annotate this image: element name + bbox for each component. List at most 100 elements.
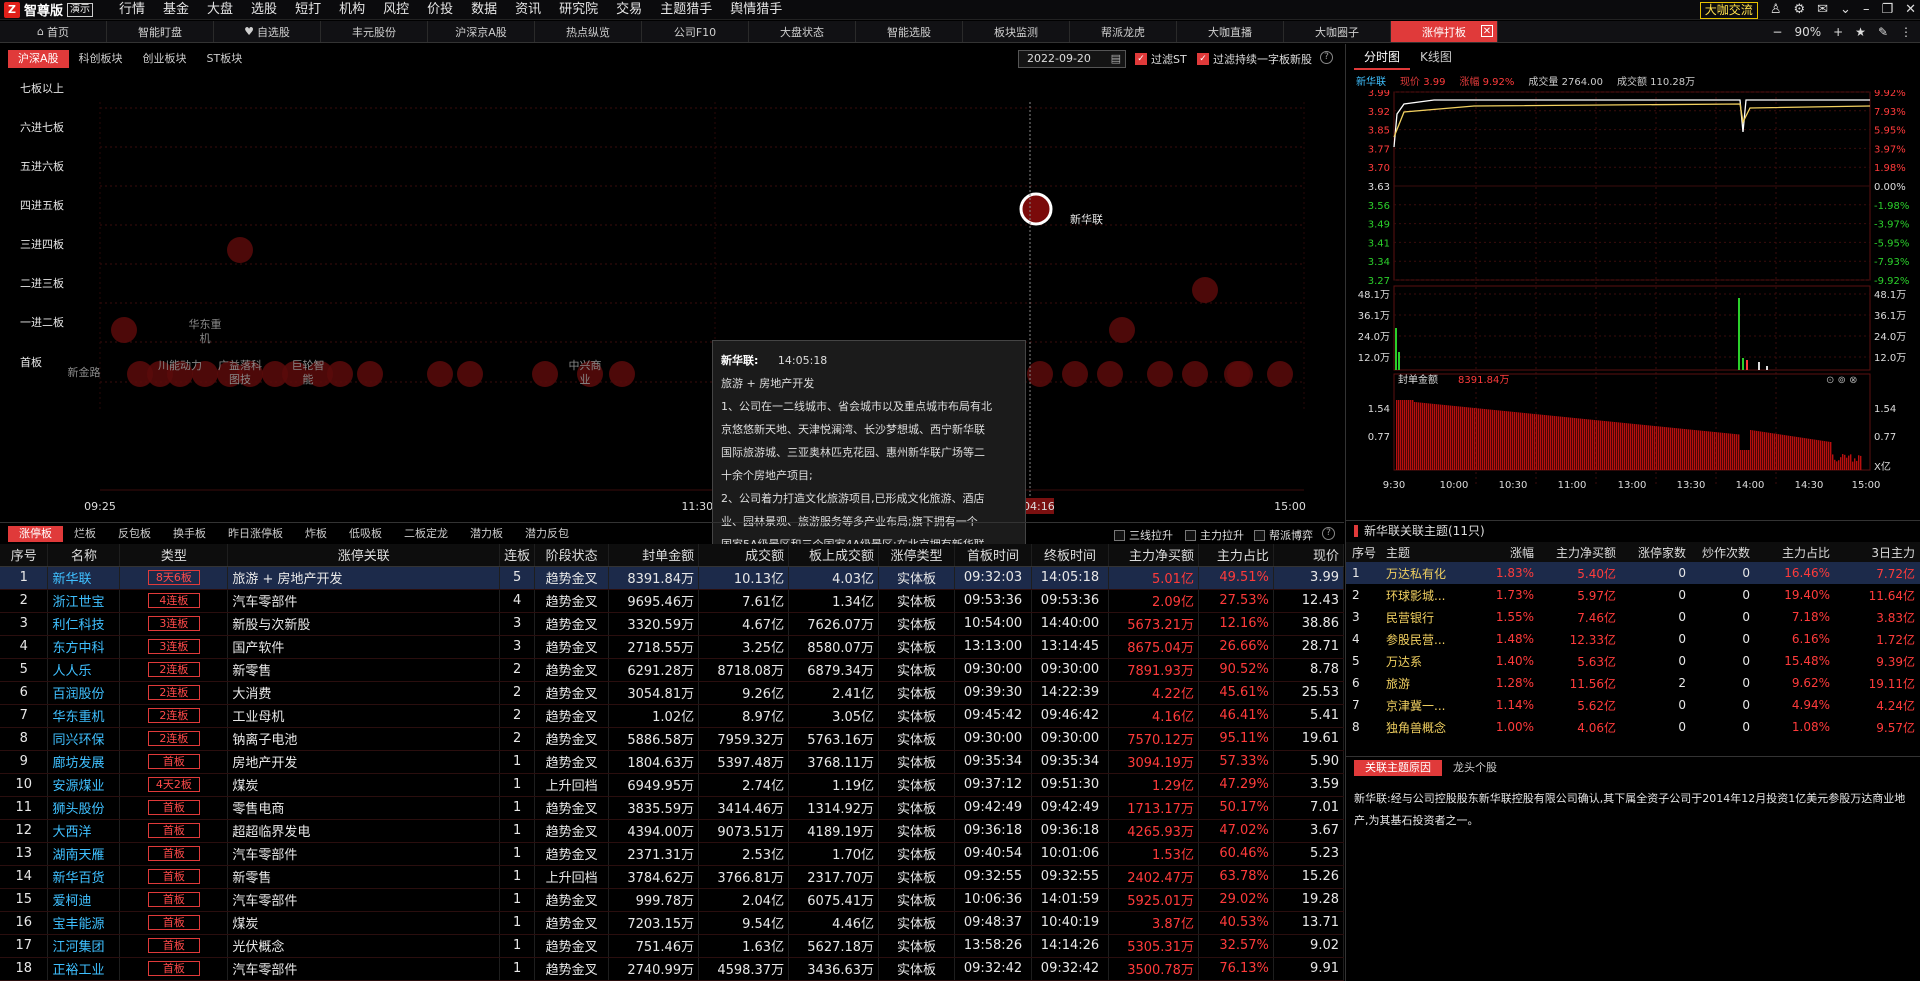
theme-row[interactable]: 4 参股民营... 1.48% 12.33亿 0 0 6.16% 1.72亿: [1346, 628, 1920, 650]
filter-st-checkbox[interactable]: ✓ 过滤ST: [1135, 51, 1187, 67]
help-icon[interactable]: ?: [1320, 51, 1333, 64]
stock-bubble[interactable]: [1109, 317, 1135, 343]
menu-item-4[interactable]: 短打: [286, 0, 330, 20]
table-row[interactable]: 7 华东重机 2连板 工业母机 2 趋势金叉 1.02亿 8.97亿 3.05亿 实体板 09:45…: [0, 704, 1344, 727]
stock-bubble[interactable]: [532, 361, 558, 387]
theme-row[interactable]: 1 万达私有化 1.83% 5.40亿 0 0 16.46% 7.72亿: [1346, 562, 1920, 584]
table-row[interactable]: 6 百润股份 2连板 大消费 2 趋势金叉 3054.81万 9.26亿 2.41亿 实体板 09:…: [0, 681, 1344, 704]
table-row[interactable]: 11 狮头股份 首板 零售电商 1 趋势金叉 3835.59万 3414.46万 1314.92…: [0, 796, 1344, 819]
stock-bubble[interactable]: [357, 361, 383, 387]
help-icon[interactable]: ?: [1322, 527, 1335, 540]
stock-bubble[interactable]: [1267, 361, 1293, 387]
tab-8[interactable]: 智能选股: [856, 21, 963, 42]
message-icon[interactable]: ✉: [1817, 0, 1828, 20]
list-tab-9[interactable]: 潜力反包: [514, 526, 580, 542]
calendar-icon[interactable]: ▤: [1111, 51, 1121, 67]
stock-bubble[interactable]: [327, 361, 353, 387]
col-header[interactable]: 连板: [500, 544, 535, 566]
board-tab-2[interactable]: 创业板块: [133, 50, 197, 68]
tab-13[interactable]: 涨停打板 ✕: [1391, 21, 1498, 42]
table-row[interactable]: 18 正裕工业 首板 汽车零部件 1 趋势金叉 2740.99万 4598.37万 3436.6…: [0, 957, 1344, 980]
theme-col-header[interactable]: 3日主力: [1836, 542, 1920, 562]
theme-row[interactable]: 8 独角兽概念 1.00% 4.06亿 0 0 1.08% 9.57亿: [1346, 716, 1920, 738]
tab-1[interactable]: 智能盯盘: [107, 21, 214, 42]
stock-bubble[interactable]: [1182, 361, 1208, 387]
table-row[interactable]: 2 浙江世宝 4连板 汽车零部件 4 趋势金叉 9695.46万 7.61亿 1.34亿 实体板 0…: [0, 589, 1344, 612]
table-row[interactable]: 9 廊坊发展 首板 房地产开发 1 趋势金叉 1804.63万 5397.48万 3768.11…: [0, 750, 1344, 773]
col-header[interactable]: 涨停类型: [879, 544, 955, 566]
theme-col-header[interactable]: 主力占比: [1756, 542, 1836, 562]
main-force-checkbox[interactable]: 主力拉升: [1185, 527, 1244, 543]
date-picker[interactable]: 2022-09-20 ▤: [1018, 50, 1126, 68]
table-row[interactable]: 3 利仁科技 3连板 新股与次新股 3 趋势金叉 3320.59万 4.67亿 7626.07万…: [0, 612, 1344, 635]
filter-limit-checkbox[interactable]: ✓ 过滤持续一字板新股: [1197, 51, 1312, 67]
stock-bubble[interactable]: [457, 361, 483, 387]
chart-tab-1[interactable]: K线图: [1410, 44, 1462, 70]
board-tab-3[interactable]: ST板块: [197, 50, 253, 68]
tab-3[interactable]: 丰元股份: [321, 21, 428, 42]
stock-bubble[interactable]: [227, 237, 253, 263]
tab-10[interactable]: 帮派龙虎: [1070, 21, 1177, 42]
user-icon[interactable]: ♙: [1770, 0, 1782, 20]
table-row[interactable]: 14 新华百货 首板 新零售 1 上升回档 3784.62万 3766.81万 2317.70万…: [0, 865, 1344, 888]
theme-col-header[interactable]: 主题: [1380, 542, 1470, 562]
list-tab-2[interactable]: 反包板: [107, 526, 162, 542]
col-header[interactable]: 主力占比: [1198, 544, 1273, 566]
stock-bubble[interactable]: [1097, 361, 1123, 387]
selected-stock-bubble[interactable]: [1021, 194, 1051, 224]
menu-item-13[interactable]: 舆情猎手: [721, 0, 791, 20]
col-header[interactable]: 主力净买额: [1108, 544, 1198, 566]
menu-item-3[interactable]: 选股: [242, 0, 286, 20]
table-row[interactable]: 15 爱柯迪 首板 汽车零部件 1 趋势金叉 999.78万 2.04亿 6075.41万 实体板…: [0, 888, 1344, 911]
reason-tab-1[interactable]: 龙头个股: [1442, 760, 1508, 776]
col-header[interactable]: 板上成交额: [789, 544, 879, 566]
table-row[interactable]: 5 人人乐 2连板 新零售 2 趋势金叉 6291.28万 8718.08万 6879.34万实…: [0, 658, 1344, 681]
col-header[interactable]: 序号: [0, 544, 48, 566]
stock-bubble[interactable]: [1147, 361, 1173, 387]
theme-col-header[interactable]: 涨停家数: [1622, 542, 1692, 562]
tab-7[interactable]: 大盘状态: [749, 21, 856, 42]
three-line-checkbox[interactable]: 三线拉升: [1114, 527, 1173, 543]
panel-tools-icon[interactable]: ⊙ ⊚ ⊗: [1826, 375, 1858, 386]
tab-0[interactable]: ⌂ 首页: [0, 21, 107, 42]
stock-bubble[interactable]: [1062, 361, 1088, 387]
tab-9[interactable]: 板块监测: [963, 21, 1070, 42]
stock-bubble[interactable]: [427, 361, 453, 387]
tab-6[interactable]: 公司F10: [642, 21, 749, 42]
stock-bubble[interactable]: [111, 317, 137, 343]
menu-item-2[interactable]: 大盘: [198, 0, 242, 20]
theme-col-header[interactable]: 涨幅: [1470, 542, 1540, 562]
table-row[interactable]: 13 湖南天雁 首板 汽车零部件 1 趋势金叉 2371.31万 2.53亿 1.70亿 实体板 0…: [0, 842, 1344, 865]
col-header[interactable]: 涨停关联: [228, 544, 500, 566]
zoom-out-icon[interactable]: −: [1772, 25, 1782, 39]
theme-row[interactable]: 5 万达系 1.40% 5.63亿 0 0 15.48% 9.39亿: [1346, 650, 1920, 672]
menu-item-8[interactable]: 数据: [462, 0, 506, 20]
table-row[interactable]: 1 新华联 8天6板 旅游 + 房地产开发 5 趋势金叉 8391.84万 10.13亿 4.0…: [0, 566, 1344, 589]
list-tab-5[interactable]: 炸板: [294, 526, 338, 542]
menu-item-12[interactable]: 主题猎手: [651, 0, 721, 20]
tab-12[interactable]: 大咖圈子: [1284, 21, 1391, 42]
list-tab-8[interactable]: 潜力板: [459, 526, 514, 542]
menu-item-6[interactable]: 风控: [374, 0, 418, 20]
table-row[interactable]: 8 同兴环保 2连板 钠离子电池 2 趋势金叉 5886.58万 7959.32万 5763.1…: [0, 727, 1344, 750]
col-header[interactable]: 封单金额: [609, 544, 699, 566]
table-row[interactable]: 12 大西洋 首板 超超临界发电 1 趋势金叉 4394.00万 9073.51万 4189.1…: [0, 819, 1344, 842]
table-row[interactable]: 17 江河集团 首板 光伏概念 1 趋势金叉 751.46万 1.63亿 5627.18万 实体板…: [0, 934, 1344, 957]
list-tab-4[interactable]: 昨日涨停板: [217, 526, 294, 542]
theme-row[interactable]: 6 旅游 1.28% 11.56亿 2 0 9.62% 19.11亿: [1346, 672, 1920, 694]
list-tab-7[interactable]: 二板定龙: [393, 526, 459, 542]
col-header[interactable]: 类型: [120, 544, 228, 566]
col-header[interactable]: 阶段状态: [535, 544, 609, 566]
list-tab-0[interactable]: 涨停板: [8, 526, 63, 542]
menu-item-11[interactable]: 交易: [607, 0, 651, 20]
theme-col-header[interactable]: 炒作次数: [1692, 542, 1756, 562]
list-tab-3[interactable]: 换手板: [162, 526, 217, 542]
expert-chat-button[interactable]: 大咖交流: [1700, 2, 1758, 19]
table-row[interactable]: 10 安源煤业 4天2板 煤炭 1 上升回档 6949.95万 2.74亿 1.19亿 实体板 09…: [0, 773, 1344, 796]
stock-bubble[interactable]: [609, 361, 635, 387]
tab-11[interactable]: 大咖直播: [1177, 21, 1284, 42]
theme-row[interactable]: 7 京津冀一... 1.14% 5.62亿 0 0 4.94% 4.24亿: [1346, 694, 1920, 716]
minimize-icon[interactable]: –: [1863, 0, 1870, 20]
stock-bubble[interactable]: [1192, 277, 1218, 303]
tab-5[interactable]: 热点纵览: [535, 21, 642, 42]
